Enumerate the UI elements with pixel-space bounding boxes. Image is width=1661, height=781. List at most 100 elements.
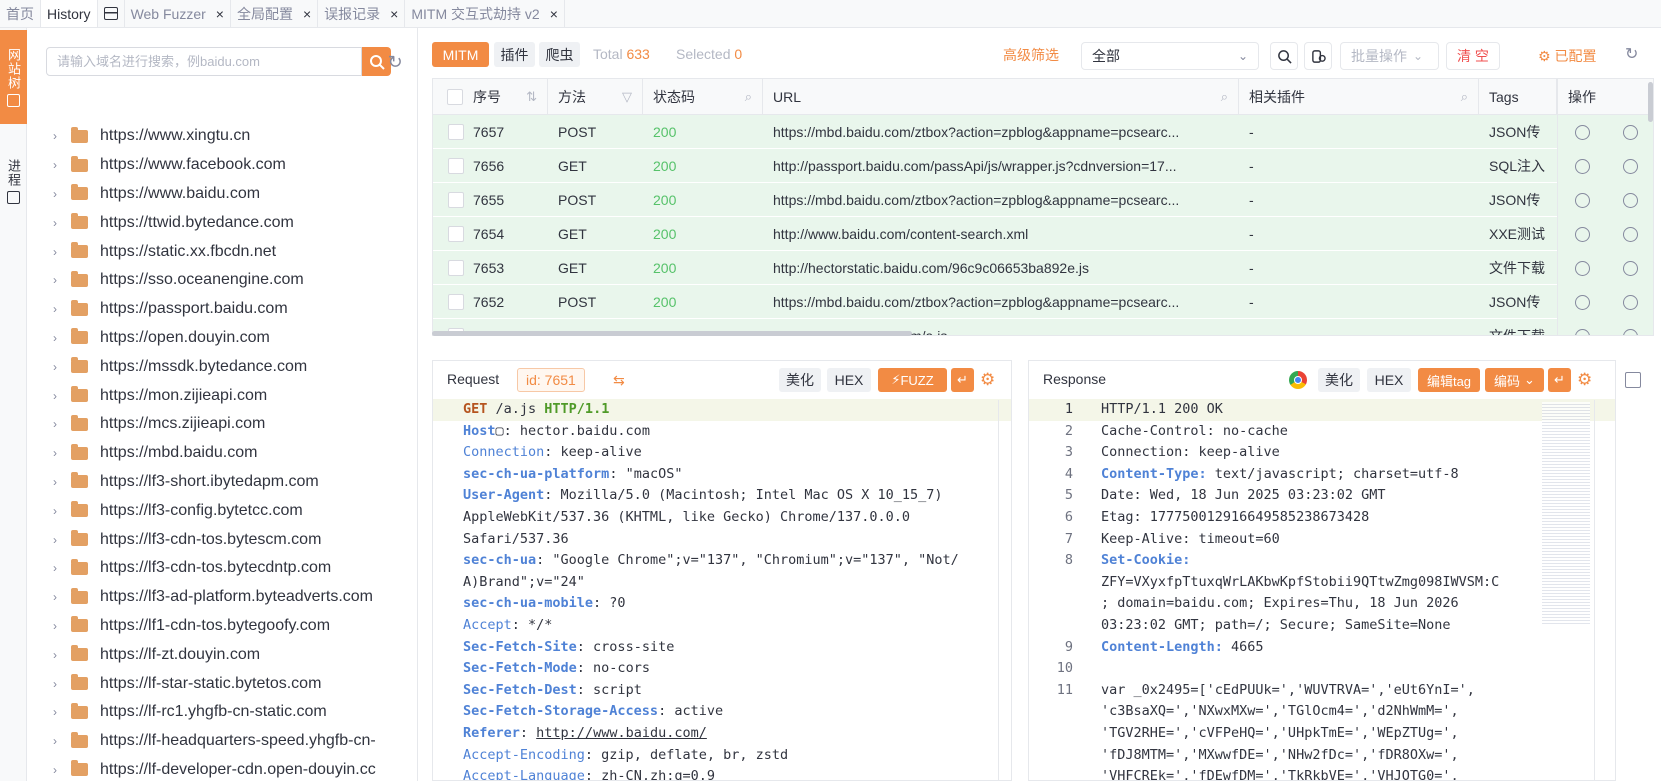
- request-beautify-button[interactable]: 美化: [779, 368, 821, 392]
- tab-4[interactable]: 全局配置 ×: [231, 0, 319, 27]
- plugin-filter-button[interactable]: 插件: [494, 42, 535, 67]
- table-row[interactable]: 7652 POST 200 https://mbd.baidu.com/ztbox?a…: [433, 285, 1653, 319]
- chevron-right-icon[interactable]: ›: [27, 475, 57, 489]
- tree-item[interactable]: › https://mssdk.bytedance.com: [27, 352, 417, 381]
- tab-5[interactable]: 误报记录 ×: [318, 0, 406, 27]
- tab-table-view[interactable]: [98, 0, 125, 27]
- configured-button[interactable]: ⚙ 已配置: [1538, 46, 1596, 66]
- horizontal-scrollbar[interactable]: [432, 331, 912, 336]
- vertical-scrollbar[interactable]: [1648, 82, 1653, 122]
- row-checkbox[interactable]: [448, 260, 464, 276]
- chevron-right-icon[interactable]: ›: [27, 677, 57, 691]
- chevron-right-icon[interactable]: ›: [27, 734, 57, 748]
- row-checkbox[interactable]: [448, 124, 464, 140]
- vtab-process[interactable]: 进程: [0, 138, 27, 224]
- browser-icon[interactable]: [1574, 294, 1590, 310]
- tree-item[interactable]: › https://lf-star-static.bytetos.com: [27, 669, 417, 698]
- chevron-right-icon[interactable]: ›: [27, 504, 57, 518]
- arrow-right-circle-icon[interactable]: [1623, 294, 1639, 310]
- col-status[interactable]: 状态码 ⌕: [643, 79, 763, 115]
- domain-search-input[interactable]: [47, 48, 361, 75]
- chevron-right-icon[interactable]: ›: [27, 129, 57, 143]
- chevron-right-icon[interactable]: ›: [27, 763, 57, 777]
- tree-item[interactable]: › https://mon.zijieapi.com: [27, 381, 417, 410]
- table-row[interactable]: 7656 GET 200 http://passport.baidu.com/pass…: [433, 149, 1653, 183]
- table-row[interactable]: 7653 GET 200 http://hectorstatic.baidu.com/…: [433, 251, 1653, 285]
- close-icon[interactable]: ×: [216, 6, 224, 22]
- close-icon[interactable]: ×: [303, 6, 311, 22]
- tree-item[interactable]: › https://lf-zt.douyin.com: [27, 640, 417, 669]
- tree-item[interactable]: › https://passport.baidu.com: [27, 295, 417, 324]
- tab-6[interactable]: MITM 交互式劫持 v2 ×: [405, 0, 565, 27]
- arrow-right-circle-icon[interactable]: [1623, 328, 1639, 335]
- wrap-line-button[interactable]: ↵: [951, 368, 974, 392]
- request-hex-button[interactable]: HEX: [827, 368, 871, 392]
- browser-icon[interactable]: [1574, 260, 1590, 276]
- search-icon[interactable]: ⌕: [745, 89, 752, 105]
- row-checkbox[interactable]: [448, 192, 464, 208]
- response-beautify-button[interactable]: 美化: [1318, 368, 1360, 392]
- table-row[interactable]: 7655 POST 200 https://mbd.baidu.com/ztbox?a…: [433, 183, 1653, 217]
- chevron-right-icon[interactable]: ›: [27, 360, 57, 374]
- browser-icon[interactable]: [1574, 158, 1590, 174]
- tree-item[interactable]: › https://www.xingtu.cn: [27, 122, 417, 151]
- tab-3[interactable]: Web Fuzzer ×: [125, 0, 231, 27]
- arrow-right-circle-icon[interactable]: [1623, 124, 1639, 140]
- sort-icon[interactable]: ⇅: [526, 89, 537, 105]
- chevron-right-icon[interactable]: ›: [27, 561, 57, 575]
- filter-icon[interactable]: ▽: [622, 89, 632, 105]
- chevron-right-icon[interactable]: ›: [27, 417, 57, 431]
- tree-item[interactable]: › https://mbd.baidu.com: [27, 439, 417, 468]
- row-checkbox[interactable]: [448, 158, 464, 174]
- chevron-right-icon[interactable]: ›: [27, 590, 57, 604]
- browser-icon[interactable]: [1574, 124, 1590, 140]
- crawler-filter-button[interactable]: 爬虫: [539, 42, 580, 67]
- search-icon[interactable]: ⌕: [1221, 89, 1228, 105]
- chevron-right-icon[interactable]: ›: [27, 446, 57, 460]
- response-minimap[interactable]: [1542, 402, 1590, 626]
- clear-button[interactable]: 清 空: [1446, 42, 1500, 70]
- col-tags[interactable]: Tags: [1479, 79, 1557, 115]
- tree-item[interactable]: › https://lf1-cdn-tos.bytegoofy.com: [27, 612, 417, 641]
- chevron-right-icon[interactable]: ›: [27, 389, 57, 403]
- tree-item[interactable]: › https://www.facebook.com: [27, 151, 417, 180]
- search-icon[interactable]: ⌕: [1461, 89, 1468, 105]
- chrome-icon[interactable]: [1289, 371, 1307, 389]
- chevron-right-icon[interactable]: ›: [27, 331, 57, 345]
- gear-icon[interactable]: ⚙: [1577, 371, 1592, 389]
- tree-item[interactable]: › https://lf3-cdn-tos.bytecdntp.com: [27, 554, 417, 583]
- request-minimap-track[interactable]: [998, 400, 1012, 781]
- chevron-right-icon[interactable]: ›: [27, 648, 57, 662]
- color-filter-button[interactable]: [1304, 42, 1332, 70]
- edit-tag-button[interactable]: 编辑tag: [1418, 368, 1480, 392]
- tree-item[interactable]: › https://lf3-config.bytetcc.com: [27, 496, 417, 525]
- response-editor[interactable]: 1 HTTP/1.1 200 OK 2 Cache-Control: no-cache…: [1029, 399, 1615, 780]
- response-minimap-track[interactable]: [1594, 400, 1608, 781]
- browser-icon[interactable]: [1574, 192, 1590, 208]
- advanced-filter-link[interactable]: 高级筛选: [1003, 45, 1059, 65]
- request-editor[interactable]: GET /a.js HTTP/1.1 Host▢: hector.baidu.co…: [433, 399, 1011, 780]
- gear-icon[interactable]: ⚙: [980, 371, 995, 389]
- arrow-right-circle-icon[interactable]: [1623, 192, 1639, 208]
- tree-item[interactable]: › https://lf3-short.ibytedapm.com: [27, 468, 417, 497]
- fuzz-button[interactable]: ⚡ FUZZ: [878, 368, 947, 392]
- tree-item[interactable]: › https://ttwid.bytedance.com: [27, 208, 417, 237]
- tree-item[interactable]: › https://open.douyin.com: [27, 324, 417, 353]
- tab-1[interactable]: History: [41, 0, 98, 27]
- chevron-right-icon[interactable]: ›: [27, 705, 57, 719]
- chevron-right-icon[interactable]: ›: [27, 302, 57, 316]
- col-seq[interactable]: 序号 ⇅: [433, 79, 548, 115]
- tree-item[interactable]: › https://lf-rc1.yhgfb-cn-static.com: [27, 698, 417, 727]
- tree-item[interactable]: › https://sso.oceanengine.com: [27, 266, 417, 295]
- chevron-right-icon[interactable]: ›: [27, 216, 57, 230]
- tree-item[interactable]: › https://lf-developer-cdn.open-douyin.cc: [27, 756, 417, 781]
- col-method[interactable]: 方法 ▽: [548, 79, 643, 115]
- mitm-filter-button[interactable]: MITM: [432, 42, 489, 67]
- encode-dropdown-button[interactable]: 编码 ⌄: [1485, 368, 1544, 392]
- chevron-right-icon[interactable]: ›: [27, 619, 57, 633]
- close-icon[interactable]: ×: [390, 6, 398, 22]
- row-checkbox[interactable]: [448, 294, 464, 310]
- vtab-site-tree[interactable]: 网站树: [0, 30, 27, 124]
- arrow-right-circle-icon[interactable]: [1623, 158, 1639, 174]
- select-all-checkbox[interactable]: [447, 89, 463, 105]
